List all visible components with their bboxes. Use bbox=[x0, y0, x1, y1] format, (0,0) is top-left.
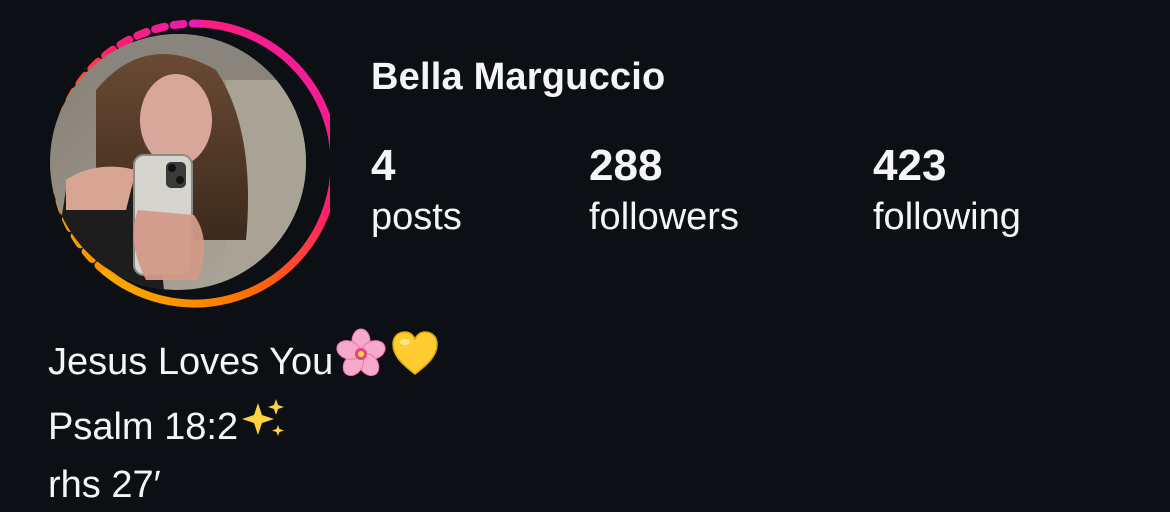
posts-stat[interactable]: 4 posts bbox=[371, 142, 462, 242]
yellow-heart-icon bbox=[389, 328, 441, 395]
followers-count: 288 bbox=[589, 141, 663, 190]
bio-line-3-text: rhs 27′ bbox=[48, 464, 161, 506]
bio-line-2: Psalm 18:2 bbox=[48, 395, 441, 458]
following-label: following bbox=[873, 196, 1021, 238]
posts-count: 4 bbox=[371, 141, 396, 190]
profile-avatar-story-ring[interactable] bbox=[26, 10, 330, 314]
bio-line-3: rhs 27′ bbox=[48, 458, 441, 512]
following-count: 423 bbox=[873, 141, 947, 190]
bio-line-2-text: Psalm 18:2 bbox=[48, 405, 239, 448]
profile-name: Bella Marguccio bbox=[371, 56, 666, 98]
bio: Jesus Loves You Psalm 18:2 rhs 27′ bbox=[48, 328, 441, 512]
posts-label: posts bbox=[371, 196, 462, 238]
bio-line-1-text: Jesus Loves You bbox=[48, 340, 334, 383]
sparkles-icon bbox=[240, 395, 288, 458]
bio-line-1: Jesus Loves You bbox=[48, 328, 441, 395]
following-stat[interactable]: 423 following bbox=[873, 142, 1021, 242]
cherry-blossom-icon bbox=[335, 328, 387, 395]
avatar bbox=[50, 19, 330, 308]
followers-label: followers bbox=[589, 196, 739, 238]
followers-stat[interactable]: 288 followers bbox=[589, 142, 739, 242]
